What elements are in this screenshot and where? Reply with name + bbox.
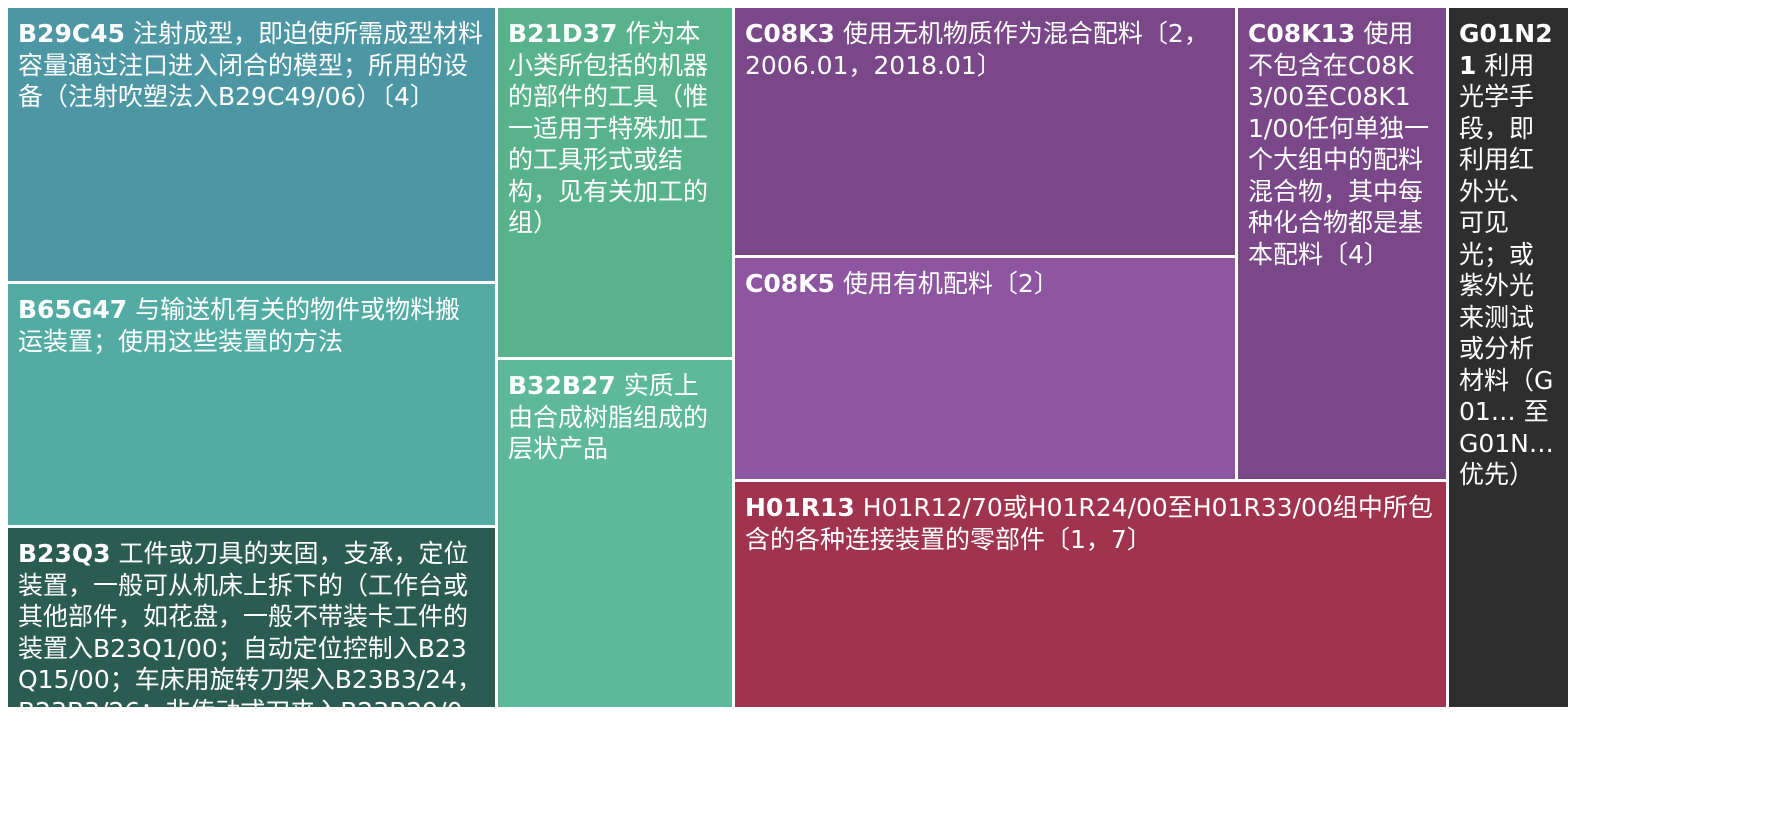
treemap-cell-text: B23Q3工件或刀具的夹固，支承，定位装置，一般可从机床上拆下的（工作台或其他部… bbox=[18, 538, 483, 710]
treemap-cell-label: 作为本小类所包括的机器的部件的工具（惟一适用于特殊加工的工具形式或结构，见有关加… bbox=[508, 19, 708, 237]
treemap-cell-label: 使用有机配料〔2〕 bbox=[843, 269, 1059, 298]
treemap-cell-text: B29C45注射成型，即迫使所需成型材料容量通过注口进入闭合的模型；所用的设备（… bbox=[18, 18, 483, 113]
treemap-cell-code: B21D37 bbox=[508, 19, 617, 48]
treemap-chart: B29C45注射成型，即迫使所需成型材料容量通过注口进入闭合的模型；所用的设备（… bbox=[0, 0, 1780, 815]
treemap-cell-code: C08K13 bbox=[1248, 19, 1355, 48]
treemap-cell-text: H01R13H01R12/70或H01R24/00至H01R33/00组中所包含… bbox=[745, 492, 1434, 555]
treemap-cell-b32b27[interactable]: B32B27实质上由合成树脂组成的层状产品 bbox=[498, 360, 735, 710]
treemap-cell-text: C08K13使用不包含在C08K3/00至C08K11/00任何单独一个大组中的… bbox=[1248, 18, 1434, 270]
treemap-cell-code: B32B27 bbox=[508, 371, 616, 400]
treemap-cell-code: C08K3 bbox=[745, 19, 835, 48]
treemap-cell-code: B29C45 bbox=[18, 19, 125, 48]
treemap-cell-c08k3[interactable]: C08K3使用无机物质作为混合配料〔2，2006.01，2018.01〕 bbox=[735, 8, 1238, 258]
treemap-cell-c08k5[interactable]: C08K5 使用有机配料〔2〕 bbox=[735, 258, 1238, 482]
treemap-cell-text: B65G47与输送机有关的物件或物料搬运装置；使用这些装置的方法 bbox=[18, 294, 483, 357]
treemap-cell-text: B21D37作为本小类所包括的机器的部件的工具（惟一适用于特殊加工的工具形式或结… bbox=[508, 18, 720, 239]
treemap-cell-b29c45[interactable]: B29C45注射成型，即迫使所需成型材料容量通过注口进入闭合的模型；所用的设备（… bbox=[8, 8, 498, 284]
treemap-cell-b21d37[interactable]: B21D37作为本小类所包括的机器的部件的工具（惟一适用于特殊加工的工具形式或结… bbox=[498, 8, 735, 360]
treemap-cell-label: 使用不包含在C08K3/00至C08K11/00任何单独一个大组中的配料混合物，… bbox=[1248, 19, 1429, 269]
treemap-cell-b23q3[interactable]: B23Q3工件或刀具的夹固，支承，定位装置，一般可从机床上拆下的（工作台或其他部… bbox=[8, 528, 498, 710]
treemap-cell-text: C08K3使用无机物质作为混合配料〔2，2006.01，2018.01〕 bbox=[745, 18, 1223, 81]
treemap-cell-text: B32B27实质上由合成树脂组成的层状产品 bbox=[508, 370, 720, 465]
treemap-cell-code: B65G47 bbox=[18, 295, 127, 324]
treemap-cell-text: C08K5 使用有机配料〔2〕 bbox=[745, 268, 1223, 300]
treemap-cell-c08k13[interactable]: C08K13使用不包含在C08K3/00至C08K11/00任何单独一个大组中的… bbox=[1238, 8, 1449, 482]
treemap-cell-code: H01R13 bbox=[745, 493, 855, 522]
treemap-cell-h01r13[interactable]: H01R13H01R12/70或H01R24/00至H01R33/00组中所包含… bbox=[735, 482, 1449, 710]
treemap-cell-label: 利用光学手段，即利用红外光、可见光；或紫外光来测试或分析材料（G01… 至 G0… bbox=[1459, 51, 1554, 490]
treemap-cell-code: C08K5 bbox=[745, 269, 835, 298]
treemap-cell-code: B23Q3 bbox=[18, 539, 111, 568]
treemap-cell-g01n21[interactable]: G01N21利用光学手段，即利用红外光、可见光；或紫外光来测试或分析材料（G01… bbox=[1449, 8, 1571, 710]
treemap-cell-b65g47[interactable]: B65G47与输送机有关的物件或物料搬运装置；使用这些装置的方法 bbox=[8, 284, 498, 528]
treemap-cell-text: G01N21利用光学手段，即利用红外光、可见光；或紫外光来测试或分析材料（G01… bbox=[1459, 18, 1556, 491]
